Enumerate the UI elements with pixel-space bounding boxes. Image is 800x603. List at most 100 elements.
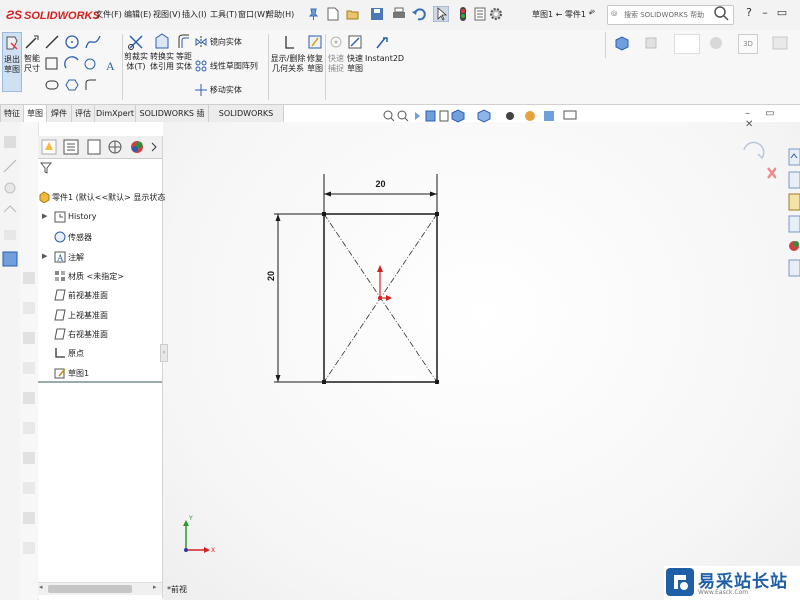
- exit-sketch-label-1: 退出: [4, 55, 20, 64]
- sketch-point[interactable]: [435, 380, 439, 384]
- trim-entities-button[interactable]: 剪裁实 体(T): [124, 32, 148, 90]
- confirmation-corner[interactable]: [740, 140, 777, 188]
- menu-view[interactable]: 视图(V): [153, 9, 181, 20]
- scene-icon[interactable]: [770, 34, 790, 52]
- filter-icon[interactable]: [39, 162, 53, 174]
- print-icon[interactable]: [391, 6, 407, 22]
- sketch-origin-icon[interactable]: [377, 265, 392, 301]
- pin-icon[interactable]: [305, 6, 321, 22]
- tab-sketch[interactable]: 草图: [23, 104, 47, 122]
- tab-solidworks-mbd[interactable]: SOLIDWORKS MBD: [208, 104, 284, 135]
- linear-pattern-button[interactable]: 线性草图阵列: [195, 60, 258, 74]
- quick-snaps-label-2: 捕捉: [328, 64, 344, 73]
- menu-edit[interactable]: 编辑(E): [124, 9, 151, 20]
- separator: [268, 34, 269, 100]
- tab-evaluate[interactable]: 评估: [71, 104, 95, 122]
- tree-item-material[interactable]: 材质 <未指定>: [38, 267, 162, 286]
- tree-root-part[interactable]: 零件1 (默认<<默认> 显示状态: [38, 188, 165, 207]
- offset-entities-button[interactable]: 等距 实体: [175, 32, 193, 90]
- watermark-logo-icon: [666, 568, 694, 596]
- viewport-window-controls[interactable]: – ▭ ✕: [745, 108, 800, 130]
- tab-dimxpert[interactable]: DimXpert: [94, 104, 136, 122]
- horizontal-scrollbar[interactable]: ◂ ▸: [38, 582, 162, 595]
- file-properties-icon[interactable]: [472, 6, 488, 22]
- menu-window[interactable]: 窗口(W): [238, 9, 268, 20]
- linear-pattern-label: 线性草图阵列: [209, 61, 258, 71]
- height-dimension[interactable]: 20: [266, 213, 324, 383]
- undo-icon[interactable]: [411, 6, 427, 22]
- sketch-entity-palette: [20, 122, 39, 600]
- smart-dimension-icon: [25, 35, 39, 49]
- tree-item-sensors[interactable]: 传感器: [38, 228, 162, 247]
- tree-item-top-plane[interactable]: 上视基准面: [38, 306, 162, 325]
- select-arrow-icon[interactable]: [432, 5, 450, 23]
- exit-sketch-label-2: 草图: [4, 65, 20, 74]
- repair-sketch-button[interactable]: 修复 草图: [306, 32, 324, 90]
- tree-item-history[interactable]: ▶ History: [38, 208, 162, 227]
- maximize-button[interactable]: ▭: [775, 6, 789, 20]
- tree-item-right-plane[interactable]: 右视基准面: [38, 325, 162, 344]
- ellipse-icon: [84, 58, 96, 70]
- new-document-icon[interactable]: [325, 6, 341, 22]
- tab-features[interactable]: 特征: [0, 104, 24, 122]
- slot-icon: [45, 80, 59, 90]
- tree-item-annotations[interactable]: ▶ A 注解: [38, 248, 162, 267]
- help-icon: ⦾: [611, 9, 618, 18]
- expand-caret-icon: ▶: [42, 252, 48, 260]
- plane-icon: [54, 328, 66, 340]
- menu-file[interactable]: 文件(F): [95, 9, 122, 20]
- design-library-icon: [788, 171, 800, 189]
- collapse-panel-handle[interactable]: ‹: [160, 344, 168, 362]
- tab-weldments[interactable]: 焊件: [46, 104, 72, 122]
- expand-icon[interactable]: »: [590, 7, 602, 21]
- sketch-point[interactable]: [322, 212, 326, 216]
- sketch-point[interactable]: [435, 212, 439, 216]
- appearance-icon[interactable]: [706, 34, 726, 52]
- quick-snaps-button[interactable]: 快速 捕捉: [327, 32, 345, 90]
- mirror-entities-button[interactable]: 镜向实体: [195, 36, 242, 50]
- open-icon[interactable]: [345, 6, 361, 22]
- width-dimension[interactable]: 20: [323, 174, 438, 214]
- site-watermark: 易采站长站 Www.Easck.Com: [664, 566, 800, 600]
- 3d-view-icon[interactable]: 3D: [738, 34, 758, 54]
- options-gear-icon[interactable]: [488, 6, 504, 22]
- view-orientation-icon[interactable]: [612, 34, 632, 52]
- rapid-sketch-button[interactable]: 快速 草图: [345, 32, 365, 90]
- move-entities-button[interactable]: 移动实体: [195, 84, 242, 98]
- minimize-button[interactable]: –: [758, 6, 772, 20]
- exit-sketch-button[interactable]: 退出 草图: [2, 32, 22, 92]
- scroll-left-icon[interactable]: ◂: [39, 583, 43, 591]
- tree-item-origin[interactable]: 原点: [38, 344, 162, 363]
- menu-tools[interactable]: 工具(T): [210, 9, 237, 20]
- help-question-icon[interactable]: ?: [742, 6, 756, 20]
- trim-label-1: 剪裁实: [124, 52, 148, 61]
- tree-item-label: 原点: [68, 349, 84, 358]
- coordinate-triad: Y X: [183, 515, 215, 554]
- hide-show-dropdown[interactable]: [674, 34, 700, 54]
- sketch-point[interactable]: [322, 380, 326, 384]
- scroll-right-icon[interactable]: ▸: [153, 583, 157, 591]
- display-style-icon[interactable]: [642, 34, 662, 52]
- display-relations-button[interactable]: 显示/删除 几何关系: [270, 32, 306, 90]
- svg-text:A: A: [106, 59, 115, 73]
- arc-icon: [64, 56, 79, 69]
- menu-insert[interactable]: 插入(I): [182, 9, 207, 20]
- property-manager-icon: [63, 139, 79, 155]
- convert-entities-button[interactable]: 转换实 体引用: [150, 32, 174, 90]
- rollback-bar[interactable]: [38, 381, 162, 383]
- tab-solidworks-addins[interactable]: SOLIDWORKS 插件: [135, 104, 209, 135]
- document-title: 草图1 ← 零件1 *: [532, 10, 593, 19]
- view-orientation-dropdown-icon: [451, 109, 465, 123]
- save-icon[interactable]: [369, 6, 385, 22]
- current-view-label: *前视: [167, 585, 187, 594]
- smart-dimension-button[interactable]: 智能 尺寸: [22, 32, 42, 90]
- zoom-to-area-icon: [397, 110, 409, 122]
- view-palette-icon: [788, 215, 800, 233]
- tree-item-front-plane[interactable]: 前视基准面: [38, 286, 162, 305]
- instant2d-button[interactable]: Instant2D: [365, 32, 404, 90]
- menu-help[interactable]: 帮助(H): [266, 9, 294, 20]
- search-icon[interactable]: [713, 5, 729, 21]
- graphics-area[interactable]: [163, 122, 800, 600]
- rebuild-icon[interactable]: [455, 6, 471, 22]
- scrollbar-thumb[interactable]: [48, 585, 132, 593]
